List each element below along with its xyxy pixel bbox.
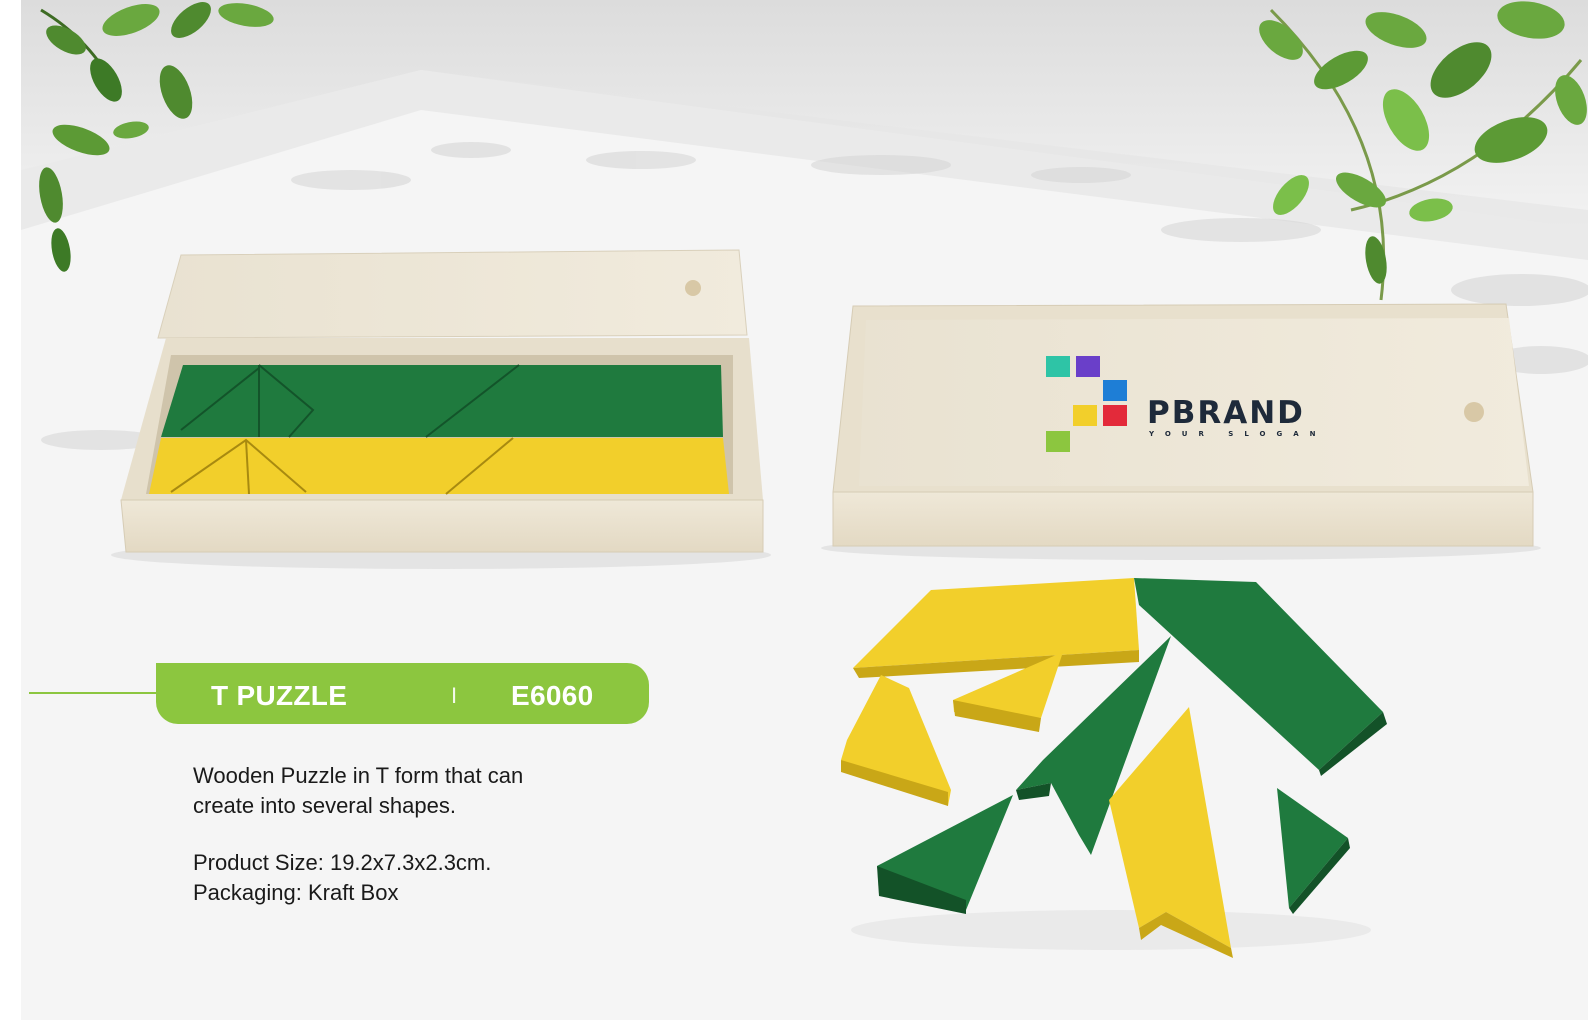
product-specs: Product Size: 19.2x7.3x2.3cm. Packaging:…	[193, 848, 613, 908]
brand-slogan: YOUR SLOGAN	[1148, 430, 1327, 438]
product-name: T PUZZLE	[211, 680, 348, 711]
description-line: create into several shapes.	[193, 793, 456, 818]
catalog-page: PBRAND YOUR SLOGAN T PUZZLE I E6060 Wood…	[21, 0, 1588, 1020]
open-box	[111, 249, 771, 569]
spec-packaging: Packaging: Kraft Box	[193, 880, 399, 905]
closed-box: PBRAND YOUR SLOGAN	[821, 303, 1541, 560]
title-rule	[29, 692, 161, 694]
description-line: Wooden Puzzle in T form that can	[193, 763, 524, 788]
product-code: E6060	[511, 680, 594, 711]
brand-name: PBRAND	[1147, 395, 1305, 431]
spec-size: Product Size: 19.2x7.3x2.3cm.	[193, 850, 492, 875]
product-description: Wooden Puzzle in T form that can create …	[193, 761, 593, 821]
title-separator: I	[451, 683, 458, 708]
